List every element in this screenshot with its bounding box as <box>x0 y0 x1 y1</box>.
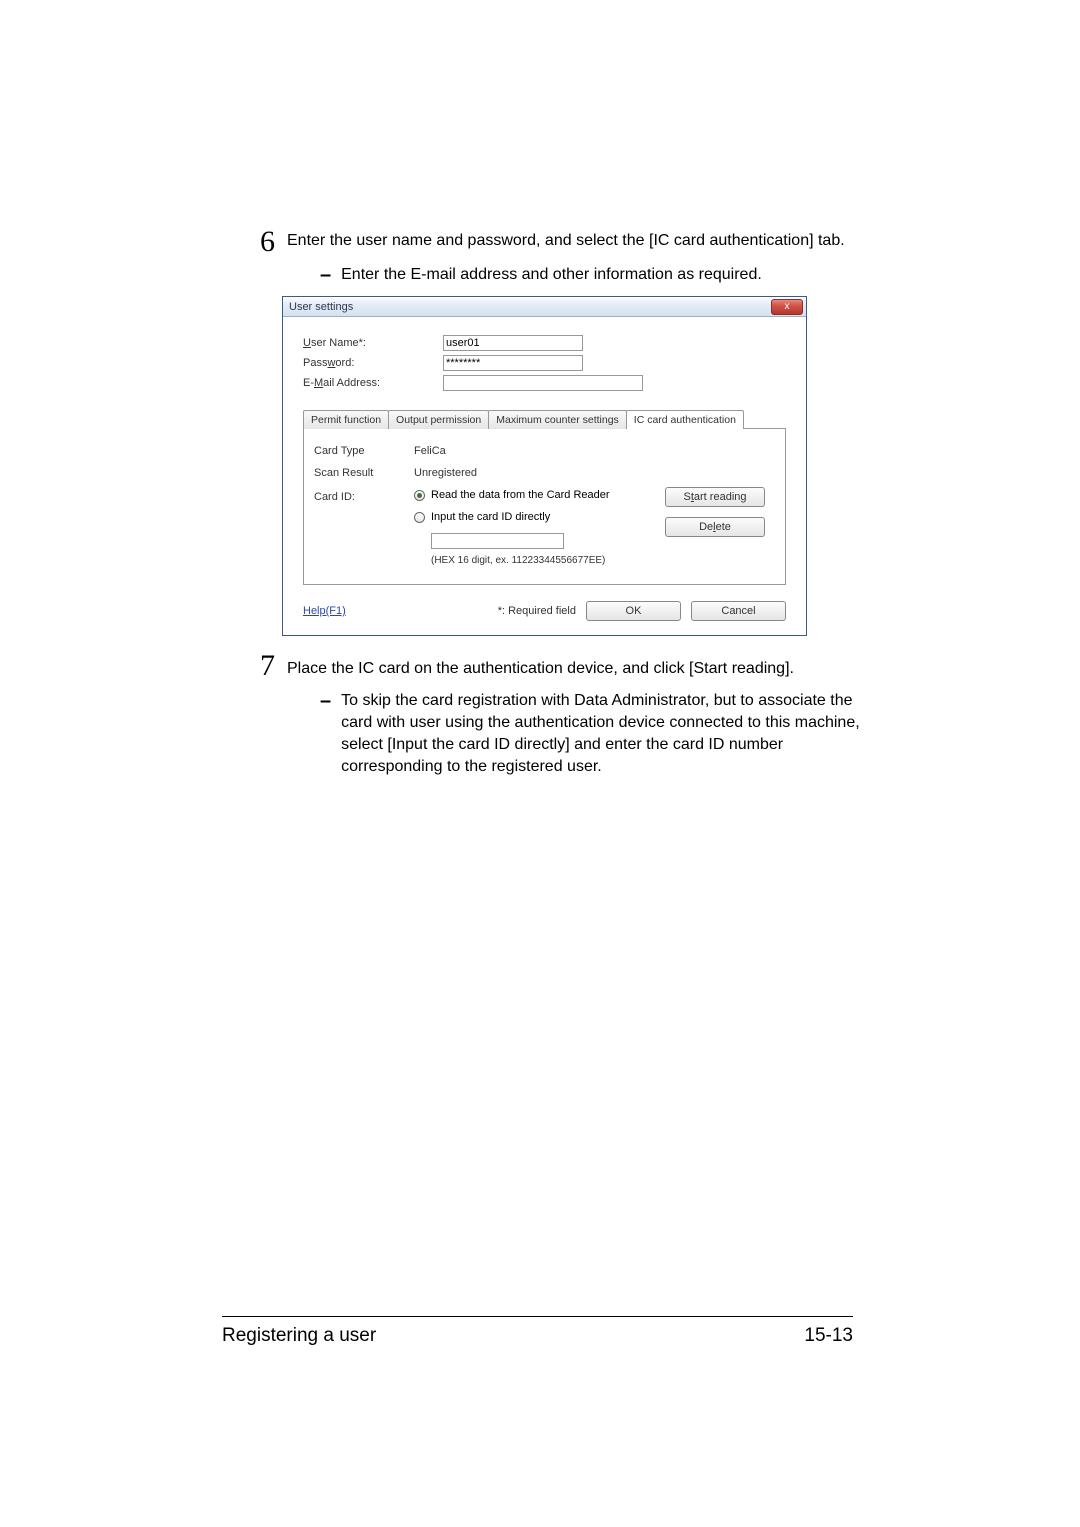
email-input[interactable] <box>443 375 643 391</box>
radio-input-icon[interactable] <box>414 512 425 523</box>
password-row: Password: <box>303 355 786 371</box>
dialog-title: User settings <box>283 301 353 313</box>
username-row: User Name*: <box>303 335 786 351</box>
card-id-label: Card ID: <box>314 491 414 503</box>
card-type-value: FeliCa <box>414 445 446 457</box>
tab-strip: Permit function Output permission Maximu… <box>303 410 786 429</box>
step-6-number: 6 <box>260 230 275 254</box>
card-id-section: Card ID: Read the data from the Card Rea… <box>314 489 775 566</box>
help-link[interactable]: Help(F1) <box>303 605 346 617</box>
hex-note: (HEX 16 digit, ex. 11223344556677EE) <box>431 555 775 566</box>
step-6-sub-text: Enter the E-mail address and other infor… <box>341 264 762 286</box>
email-label: E-Mail Address: <box>303 377 443 389</box>
step-7-text: Place the IC card on the authentication … <box>287 658 794 680</box>
dialog-titlebar: User settings x <box>283 297 806 317</box>
tab-permit-function[interactable]: Permit function <box>303 410 389 429</box>
card-id-input[interactable] <box>431 533 564 549</box>
card-type-label: Card Type <box>314 445 414 457</box>
tab-max-counter[interactable]: Maximum counter settings <box>488 410 627 429</box>
bullet-icon: – <box>320 690 331 778</box>
step-7-sub-text: To skip the card registration with Data … <box>341 690 860 778</box>
step-7-sub: – To skip the card registration with Dat… <box>320 690 860 778</box>
footer-section: Registering a user <box>222 1325 376 1347</box>
start-reading-button[interactable]: Start reading <box>665 487 765 507</box>
radio-input-label: Input the card ID directly <box>431 511 550 523</box>
tab-content: Card Type FeliCa Scan Result Unregistere… <box>303 428 786 585</box>
page-footer: Registering a user 15-13 <box>222 1316 853 1347</box>
step-7-number: 7 <box>260 654 275 678</box>
dialog-body: User Name*: Password: E-Mail Address: Pe… <box>283 317 806 591</box>
username-input[interactable] <box>443 335 583 351</box>
username-label: User Name*: <box>303 337 443 349</box>
tab-ic-card-authentication[interactable]: IC card authentication <box>626 410 744 429</box>
close-icon[interactable]: x <box>771 299 803 315</box>
step-6: 6 Enter the user name and password, and … <box>260 230 860 254</box>
scan-result-label: Scan Result <box>314 467 414 479</box>
required-label: *: Required field <box>498 605 576 617</box>
footer-page-number: 15-13 <box>804 1325 853 1347</box>
tab-area: Permit function Output permission Maximu… <box>303 409 786 585</box>
delete-button[interactable]: Delete <box>665 517 765 537</box>
bullet-icon: – <box>320 264 331 286</box>
tab-output-permission[interactable]: Output permission <box>388 410 489 429</box>
user-settings-dialog: User settings x User Name*: Password: E-… <box>282 296 807 636</box>
password-input[interactable] <box>443 355 583 371</box>
card-type-row: Card Type FeliCa <box>314 445 775 457</box>
step-6-sub: – Enter the E-mail address and other inf… <box>320 264 860 286</box>
scan-result-value: Unregistered <box>414 467 477 479</box>
radio-read-label: Read the data from the Card Reader <box>431 489 610 501</box>
email-row: E-Mail Address: <box>303 375 786 391</box>
ok-button[interactable]: OK <box>586 601 681 621</box>
cancel-button[interactable]: Cancel <box>691 601 786 621</box>
dialog-footer: Help(F1) *: Required field OK Cancel <box>283 591 806 635</box>
step-6-text: Enter the user name and password, and se… <box>287 230 845 252</box>
radio-read-icon[interactable] <box>414 490 425 501</box>
step-7: 7 Place the IC card on the authenticatio… <box>260 658 860 680</box>
scan-result-row: Scan Result Unregistered <box>314 467 775 479</box>
password-label: Password: <box>303 357 443 369</box>
page-content: 6 Enter the user name and password, and … <box>0 0 1080 778</box>
